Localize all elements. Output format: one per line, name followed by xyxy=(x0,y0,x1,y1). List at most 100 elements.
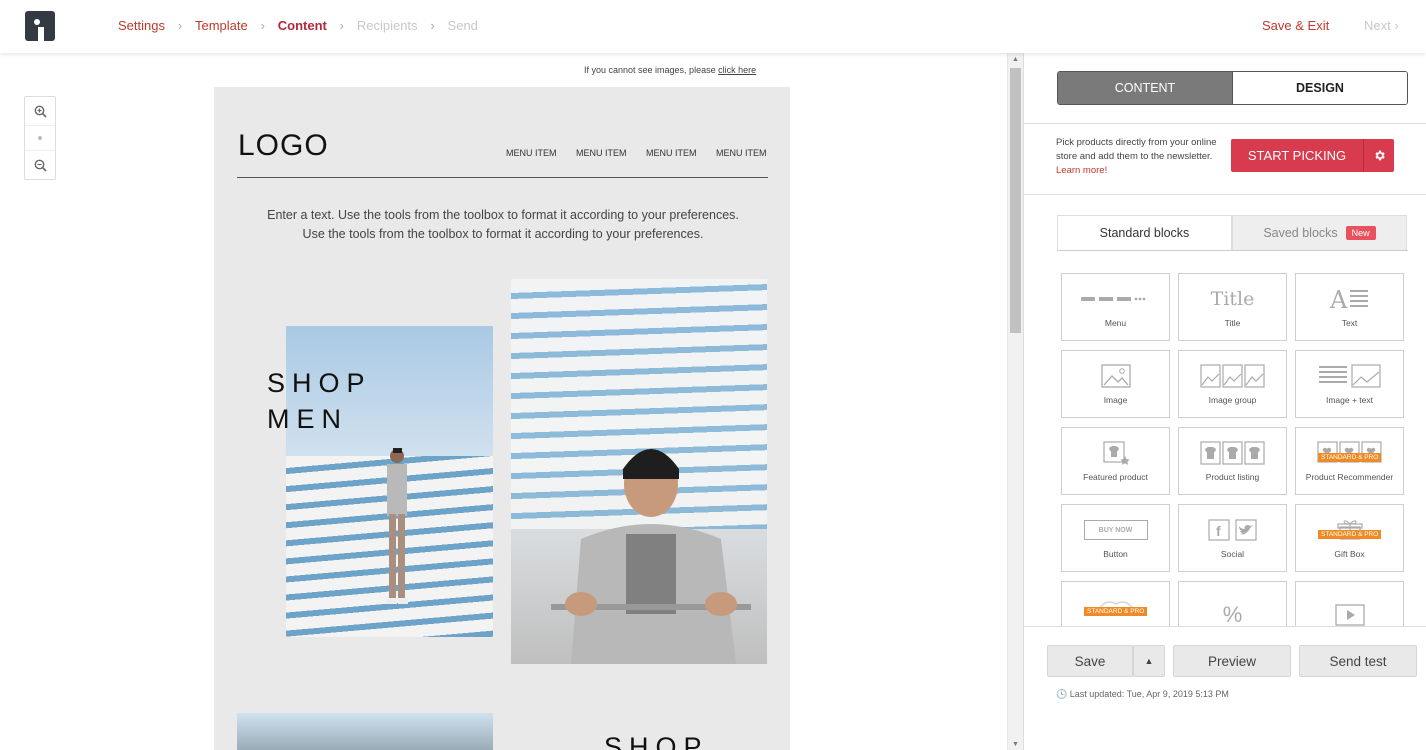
image-text-icon xyxy=(1296,359,1403,393)
app-logo[interactable] xyxy=(25,11,55,41)
last-updated-label: Last updated: xyxy=(1069,689,1125,699)
chevron-right-icon: › xyxy=(260,18,265,33)
block-menu[interactable]: Menu xyxy=(1061,273,1170,341)
email-text-block[interactable]: Enter a text. Use the tools from the too… xyxy=(238,206,768,244)
featured-product-icon xyxy=(1062,436,1169,470)
email-text-line: Use the tools from the toolbox to format… xyxy=(302,227,704,241)
block-social[interactable]: f Social xyxy=(1178,504,1287,572)
block-label: Title xyxy=(1224,318,1241,328)
send-test-button[interactable]: Send test xyxy=(1299,645,1417,677)
plan-tag: STANDARD & PRO xyxy=(1318,530,1382,539)
learn-more-link[interactable]: Learn more! xyxy=(1056,165,1107,176)
step-recipients: Recipients xyxy=(356,18,418,33)
email-logo[interactable]: LOGO xyxy=(238,129,329,163)
men-word: MEN xyxy=(267,404,348,434)
shop-word: SHOP xyxy=(267,368,372,398)
tab-design[interactable]: DESIGN xyxy=(1232,72,1407,104)
plan-tag: STANDARD & PRO xyxy=(1318,453,1382,462)
svg-text:f: f xyxy=(1216,523,1221,539)
blocks-tabs: Standard blocks Saved blocks New xyxy=(1057,215,1408,251)
last-updated-value: Tue, Apr 9, 2019 5:13 PM xyxy=(1126,689,1229,699)
save-button[interactable]: Save xyxy=(1047,645,1133,677)
zoom-out-icon[interactable] xyxy=(25,151,55,179)
percent-icon: % xyxy=(1222,602,1243,626)
block-coupon[interactable]: STANDARD & PRO xyxy=(1061,581,1170,626)
save-exit-link[interactable]: Save & Exit xyxy=(1262,18,1329,33)
block-featured-product[interactable]: Featured product xyxy=(1061,427,1170,495)
start-picking-label[interactable]: START PICKING xyxy=(1231,139,1364,172)
block-label: Image + text xyxy=(1325,395,1373,405)
menu-icon xyxy=(1062,282,1169,316)
chevron-right-icon: › xyxy=(177,18,183,33)
button-icon: BUY NOW xyxy=(1062,513,1169,547)
block-image-text[interactable]: Image + text xyxy=(1295,350,1404,418)
shop-bottom-heading[interactable]: SHOP xyxy=(604,732,709,750)
editor-scrollbar[interactable]: ▲ ▼ xyxy=(1007,53,1023,750)
block-label: Product Recommender xyxy=(1305,472,1394,482)
block-label: Social xyxy=(1220,549,1245,559)
block-video[interactable] xyxy=(1295,581,1404,626)
blocks-grid: Menu Title Title A Text Image Image grou… xyxy=(1061,273,1411,626)
block-title[interactable]: Title Title xyxy=(1178,273,1287,341)
preview-button[interactable]: Preview xyxy=(1173,645,1291,677)
block-label: Button xyxy=(1103,549,1128,559)
block-label: Image group xyxy=(1208,395,1257,405)
scroll-up-icon[interactable]: ▲ xyxy=(1012,56,1019,63)
email-text-line: Enter a text. Use the tools from the too… xyxy=(267,208,739,222)
save-dropdown-toggle[interactable]: ▲ xyxy=(1133,645,1165,677)
start-picking-button[interactable]: START PICKING xyxy=(1231,139,1394,172)
email-menu-item[interactable]: MENU ITEM xyxy=(716,148,767,158)
block-text[interactable]: A Text xyxy=(1295,273,1404,341)
divider xyxy=(1024,123,1426,124)
block-product-recommender[interactable]: STANDARD & PRO Product Recommender xyxy=(1295,427,1404,495)
scrollbar-thumb[interactable] xyxy=(1010,68,1021,333)
step-content[interactable]: Content xyxy=(278,18,327,33)
step-settings[interactable]: Settings xyxy=(118,18,165,33)
tab-saved-blocks[interactable]: Saved blocks New xyxy=(1232,215,1407,250)
plan-tag: STANDARD & PRO xyxy=(1084,607,1148,616)
gear-icon[interactable] xyxy=(1364,139,1394,172)
block-label: Text xyxy=(1341,318,1358,328)
view-online-text: If you cannot see images, please xyxy=(584,65,716,75)
image-group-icon xyxy=(1179,359,1286,393)
image-icon xyxy=(1062,359,1169,393)
step-send: Send xyxy=(447,18,478,33)
block-label: Menu xyxy=(1104,318,1127,328)
scroll-down-icon[interactable]: ▼ xyxy=(1012,741,1019,748)
zoom-in-icon[interactable] xyxy=(25,97,55,125)
zoom-level-indicator xyxy=(25,125,55,151)
click-here-link[interactable]: click here xyxy=(718,65,756,75)
chevron-right-icon: › xyxy=(339,18,345,33)
title-icon: Title xyxy=(1210,288,1255,310)
email-image-bottom[interactable] xyxy=(237,713,493,750)
block-image-group[interactable]: Image group xyxy=(1178,350,1287,418)
svg-text:A: A xyxy=(1330,286,1348,312)
zoom-controls xyxy=(24,96,56,180)
email-menu-item[interactable]: MENU ITEM xyxy=(506,148,557,158)
wizard-steps: Settings › Template › Content › Recipien… xyxy=(118,18,478,33)
header-divider xyxy=(237,177,768,178)
block-percent[interactable]: % xyxy=(1178,581,1287,626)
panel-mode-toggle: CONTENT DESIGN xyxy=(1057,71,1408,105)
email-canvas[interactable]: LOGO MENU ITEM MENU ITEM MENU ITEM MENU … xyxy=(214,87,790,750)
block-gift-box[interactable]: STANDARD & PRO Gift Box xyxy=(1295,504,1404,572)
pick-text: Pick products directly from your online … xyxy=(1056,137,1217,162)
last-updated: 🕓 Last updated: Tue, Apr 9, 2019 5:13 PM xyxy=(1056,689,1229,700)
tab-standard-blocks[interactable]: Standard blocks xyxy=(1057,215,1232,250)
block-label: Product listing xyxy=(1205,472,1260,482)
shop-men-heading[interactable]: SHOP MEN xyxy=(267,365,372,437)
block-product-listing[interactable]: Product listing xyxy=(1178,427,1287,495)
block-button[interactable]: BUY NOW Button xyxy=(1061,504,1170,572)
block-label: Featured product xyxy=(1083,472,1148,482)
tab-content[interactable]: CONTENT xyxy=(1058,72,1232,104)
divider xyxy=(1024,194,1426,195)
email-menu-item[interactable]: MENU ITEM xyxy=(646,148,697,158)
chevron-right-icon: › xyxy=(1390,18,1399,33)
block-image[interactable]: Image xyxy=(1061,350,1170,418)
clock-icon: 🕓 xyxy=(1056,689,1068,699)
step-template[interactable]: Template xyxy=(195,18,248,33)
next-button[interactable]: Next › xyxy=(1364,18,1399,33)
email-image-men-portrait[interactable] xyxy=(511,279,767,664)
chevron-right-icon: › xyxy=(430,18,435,33)
email-menu-item[interactable]: MENU ITEM xyxy=(576,148,627,158)
